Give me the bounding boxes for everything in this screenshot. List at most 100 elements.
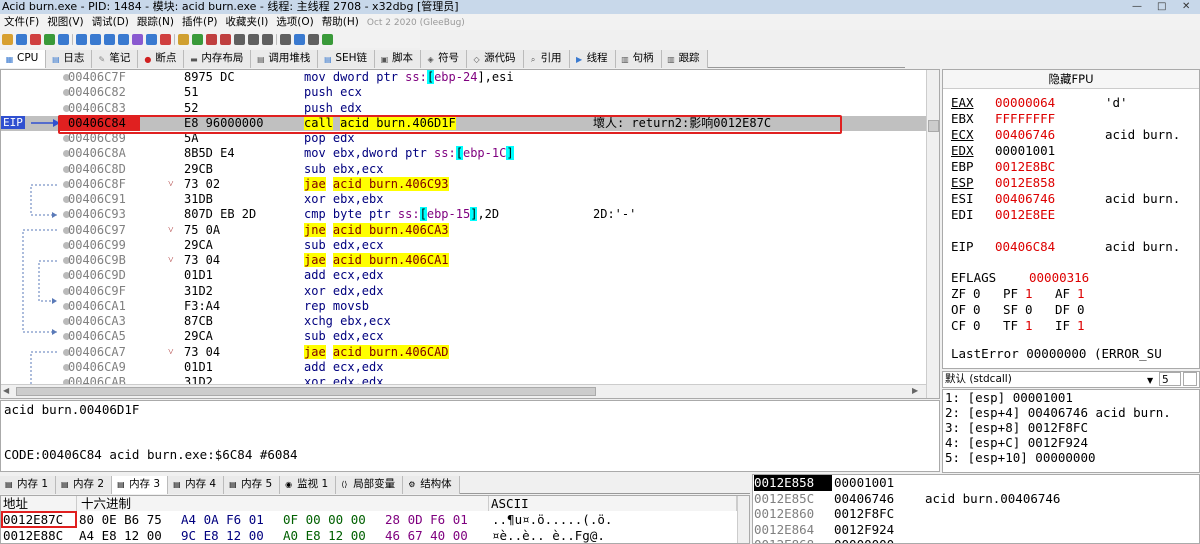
- disasm-row[interactable]: 00406C9B ˅ 73 04 jae acid burn.406CA1: [1, 253, 939, 268]
- tab-7[interactable]: ▣ 脚本: [375, 50, 422, 68]
- menu-item-0[interactable]: 文件(F): [4, 16, 39, 28]
- tab-3[interactable]: ● 断点: [138, 50, 185, 68]
- dump-hex-group[interactable]: 80 0E B6 75: [79, 512, 162, 528]
- menu-item-5[interactable]: 收藏夹(I): [226, 16, 269, 28]
- dump-address[interactable]: 0012E88C: [3, 528, 63, 543]
- pause-icon[interactable]: [58, 33, 69, 45]
- registers-pane[interactable]: 隐藏FPU EAX 00000064'd' EBX FFFFFFFF ECX 004067…: [942, 69, 1200, 369]
- comment-icon[interactable]: [206, 33, 217, 45]
- disasm-row[interactable]: 00406C8D 29CB sub ebx,ecx: [1, 162, 939, 177]
- stack-address[interactable]: 0012E85C: [754, 491, 832, 507]
- step-into-icon[interactable]: [76, 33, 87, 45]
- disasm-vertical-scrollbar[interactable]: [926, 70, 939, 398]
- close-file-icon[interactable]: [30, 33, 41, 45]
- call-arg-row[interactable]: 4: [esp+C] 0012F924: [945, 435, 1199, 450]
- dump-hex-group[interactable]: 28 0D F6 01: [385, 512, 468, 528]
- dump-hex-group[interactable]: 9C E8 12 00: [181, 528, 264, 543]
- tab-10[interactable]: ⌕ 引用: [523, 50, 570, 68]
- run-icon[interactable]: [44, 33, 55, 45]
- disasm-row[interactable]: 00406CA1 F3:A4 rep movsb: [1, 299, 939, 314]
- flag-value[interactable]: 1: [1077, 318, 1107, 334]
- tab-1[interactable]: ▤ 日志: [46, 50, 93, 68]
- dump-scrollbar[interactable]: [737, 496, 749, 543]
- mem-tab-6[interactable]: ⟨⟩ 局部变量: [336, 476, 404, 494]
- dump-hex-group[interactable]: 46 67 40 00: [385, 528, 468, 543]
- memory-dump[interactable]: 地址 十六进制 ASCII 0012E87C 80 0E B6 75 A4 0A F…: [0, 495, 750, 544]
- function-icon[interactable]: [248, 33, 259, 45]
- menu-item-2[interactable]: 调试(D): [92, 16, 129, 28]
- dump-hex-group[interactable]: A4 0A F6 01: [181, 512, 264, 528]
- register-value[interactable]: 00406746: [995, 127, 1105, 143]
- stack-value[interactable]: 0012F8FC: [834, 506, 894, 522]
- register-value[interactable]: 00001001: [995, 143, 1105, 159]
- disassembly-view[interactable]: 00406C7F 8975 DC mov dword ptr ss:[ebp-24]…: [0, 69, 940, 399]
- call-arg-row[interactable]: 5: [esp+10] 00000000: [945, 450, 1199, 465]
- flag-value[interactable]: 0: [1025, 302, 1055, 318]
- tab-9[interactable]: ◇ 源代码: [467, 50, 524, 68]
- disasm-row[interactable]: 00406C82 51 push ecx: [1, 85, 939, 100]
- register-value[interactable]: 0012E858: [995, 175, 1105, 191]
- mem-tab-3[interactable]: ▤ 内存 4: [168, 476, 225, 494]
- menu-item-1[interactable]: 视图(V): [47, 16, 83, 28]
- mem-tab-4[interactable]: ▤ 内存 5: [224, 476, 281, 494]
- stack-view[interactable]: 0012E858 00001001 0012E85C 00406746 acid bur…: [752, 474, 1200, 544]
- tab-12[interactable]: ▥ 句柄: [615, 50, 662, 68]
- register-value[interactable]: 00406C84: [995, 239, 1105, 255]
- call-arg-row[interactable]: 1: [esp] 00001001: [945, 390, 1199, 405]
- register-value[interactable]: 0012E8EE: [995, 207, 1105, 223]
- step-over-icon[interactable]: [90, 33, 101, 45]
- script-icon[interactable]: [178, 33, 189, 45]
- disasm-row[interactable]: 00406CA7 ˅ 73 04 jae acid burn.406CAD: [1, 344, 939, 360]
- flag-value[interactable]: 0: [973, 318, 1003, 334]
- dump-ascii[interactable]: ..¶u¤.ö.....(.ö.: [492, 512, 612, 528]
- lock-checkbox[interactable]: [1183, 372, 1197, 386]
- register-value[interactable]: 0012E8BC: [995, 159, 1105, 175]
- flag-value[interactable]: 0: [973, 302, 1003, 318]
- flag-value[interactable]: 1: [1025, 318, 1055, 334]
- stack-address[interactable]: 0012E864: [754, 522, 832, 538]
- stack-address[interactable]: 0012E858: [754, 475, 832, 491]
- hex-icon[interactable]: [294, 33, 305, 45]
- label-icon[interactable]: [220, 33, 231, 45]
- arg-count-spinner[interactable]: 5: [1159, 372, 1181, 386]
- disasm-row[interactable]: 00406C99 29CA sub edx,ecx: [1, 238, 939, 253]
- disasm-row[interactable]: 00406CA9 01D1 add ecx,edx: [1, 360, 939, 375]
- mem-tab-0[interactable]: ▤ 内存 1: [0, 476, 57, 494]
- stack-address[interactable]: 0012E860: [754, 506, 832, 522]
- tab-11[interactable]: ▶ 线程: [569, 50, 616, 68]
- animate-icon[interactable]: [160, 33, 171, 45]
- register-ebx[interactable]: EBX FFFFFFFF: [951, 111, 1105, 127]
- disasm-horizontal-scrollbar[interactable]: ◀ ▶: [1, 384, 926, 398]
- dump-hex-group[interactable]: A0 E8 12 00: [283, 528, 366, 543]
- disasm-row[interactable]: 00406CA3 87CB xchg ebx,ecx: [1, 314, 939, 329]
- disasm-row[interactable]: 00406C83 52 push edx: [1, 101, 939, 116]
- register-ecx[interactable]: ECX 00406746 acid burn.: [951, 127, 1180, 143]
- register-value[interactable]: 00000316: [1029, 270, 1139, 286]
- flag-value[interactable]: 0: [973, 286, 1003, 302]
- run-to-user-icon[interactable]: [132, 33, 143, 45]
- scroll-right-icon[interactable]: ▶: [912, 386, 918, 395]
- register-esi[interactable]: ESI 00406746 acid burn.: [951, 191, 1180, 207]
- scroll-thumb[interactable]: [16, 387, 596, 396]
- dump-hex-group[interactable]: A4 E8 12 00: [79, 528, 162, 543]
- scroll-left-icon[interactable]: ◀: [3, 386, 9, 395]
- scroll-thumb[interactable]: [928, 120, 939, 132]
- flag-value[interactable]: 0: [1077, 302, 1107, 318]
- disasm-row[interactable]: 00406C91 31DB xor ebx,ebx: [1, 192, 939, 207]
- register-value[interactable]: 00406746: [995, 191, 1105, 207]
- execute-till-return-icon[interactable]: [146, 33, 157, 45]
- dump-ascii[interactable]: ¤è..è.. è..Fg@.: [492, 528, 605, 543]
- maximize-button[interactable]: □: [1157, 0, 1166, 13]
- register-ebp[interactable]: EBP 0012E8BC: [951, 159, 1105, 175]
- register-edi[interactable]: EDI 0012E8EE: [951, 207, 1105, 223]
- trace-over-icon[interactable]: [118, 33, 129, 45]
- stack-value[interactable]: 00406746: [834, 491, 894, 507]
- tab-2[interactable]: ✎ 笔记: [92, 50, 139, 68]
- menu-item-6[interactable]: 选项(O): [276, 16, 313, 28]
- tab-13[interactable]: ▥ 跟踪: [661, 50, 708, 68]
- tab-4[interactable]: ▬ 内存布局: [184, 50, 252, 68]
- register-edx[interactable]: EDX 00001001: [951, 143, 1105, 159]
- register-eflags[interactable]: EFLAGS 00000316: [951, 270, 1139, 286]
- disasm-row[interactable]: 00406C7F 8975 DC mov dword ptr ss:[ebp-24]…: [1, 70, 939, 85]
- dump-hex-group[interactable]: 0F 00 00 00: [283, 512, 366, 528]
